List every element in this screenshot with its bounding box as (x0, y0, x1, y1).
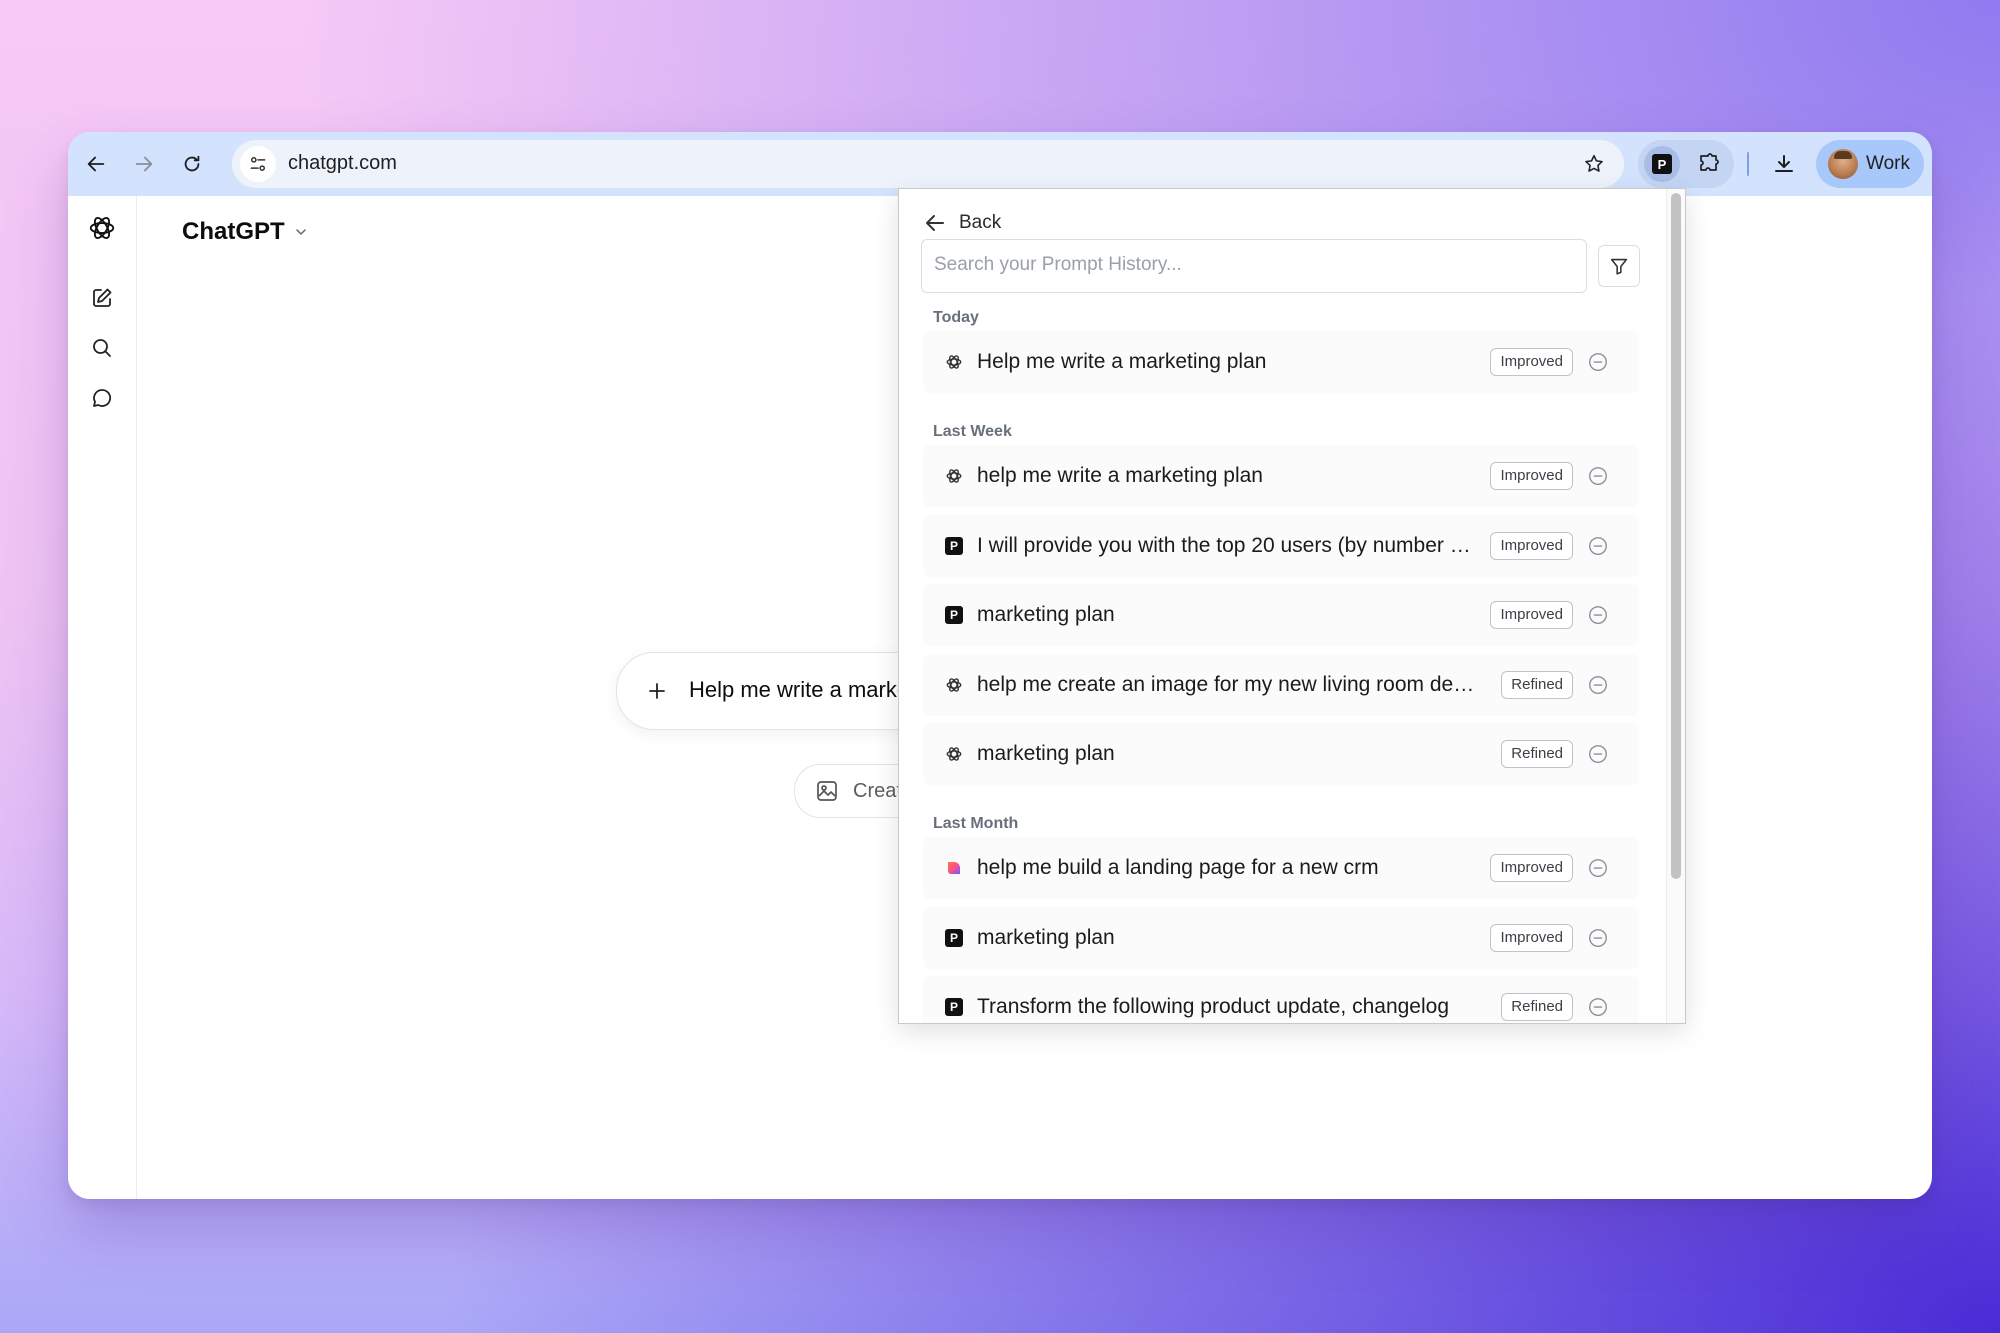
openai-logo-icon[interactable] (84, 210, 120, 246)
profile-button[interactable]: Work (1816, 140, 1924, 188)
history-item-text[interactable]: marketing plan (977, 603, 1477, 627)
status-badge: Improved (1490, 854, 1573, 882)
remove-circle-icon[interactable] (1587, 351, 1609, 373)
history-item[interactable]: help me create an image for my new livin… (923, 654, 1639, 716)
filter-button[interactable] (1598, 245, 1640, 287)
history-item-text[interactable]: Help me write a marketing plan (977, 350, 1477, 374)
url-text[interactable]: chatgpt.com (288, 152, 397, 175)
section-label: Today (933, 309, 979, 326)
remove-circle-icon[interactable] (1587, 535, 1609, 557)
avatar (1828, 149, 1858, 179)
prompt-logo-icon: P (945, 929, 963, 947)
section-label: Last Month (933, 815, 1019, 832)
status-badge: Refined (1501, 740, 1573, 768)
scroll-thumb[interactable] (1671, 193, 1681, 879)
address-bar[interactable]: chatgpt.com (232, 140, 1624, 188)
lovable-logo-icon (945, 859, 963, 877)
status-badge: Improved (1490, 924, 1573, 952)
new-chat-icon[interactable] (84, 280, 120, 316)
history-item-text[interactable]: help me create an image for my new livin… (977, 673, 1477, 697)
openai-logo-icon (945, 467, 963, 485)
openai-logo-icon (945, 353, 963, 371)
forward-arrow-icon[interactable] (126, 146, 162, 182)
chat-sidebar (68, 196, 137, 1199)
history-item[interactable]: help me write a marketing plan Improved (923, 445, 1639, 507)
prompt-history-popup: Back Today Help me write a marketing plan… (898, 188, 1686, 1024)
history-item[interactable]: help me build a landing page for a new c… (923, 837, 1639, 899)
popup-scrollbar[interactable] (1666, 189, 1685, 1023)
history-item-text[interactable]: marketing plan (977, 926, 1477, 950)
chat-bubble-icon[interactable] (84, 380, 120, 416)
status-badge: Improved (1490, 532, 1573, 560)
reload-icon[interactable] (174, 146, 210, 182)
history-item[interactable]: Pmarketing plan Improved (923, 584, 1639, 646)
plus-icon[interactable] (639, 673, 675, 709)
openai-logo-icon (945, 745, 963, 763)
status-badge: Improved (1490, 601, 1573, 629)
filter-icon (1610, 258, 1628, 275)
image-icon (817, 781, 837, 801)
prompt-extension-icon[interactable]: P (1644, 146, 1680, 182)
bookmark-star-icon[interactable] (1578, 148, 1610, 180)
history-item-text[interactable]: Transform the following product update, … (977, 995, 1477, 1019)
remove-circle-icon[interactable] (1587, 465, 1609, 487)
back-arrow-icon[interactable] (78, 146, 114, 182)
search-icon[interactable] (84, 330, 120, 366)
extensions-group: P (1638, 140, 1734, 188)
prompt-logo-icon: P (945, 537, 963, 555)
history-item[interactable]: P I will provide you with the top 20 user… (923, 515, 1639, 577)
back-label: Back (959, 212, 1002, 233)
history-item[interactable]: marketing plan Refined (923, 723, 1639, 785)
back-button[interactable]: Back (923, 211, 1001, 235)
section-label: Last Week (933, 423, 1012, 440)
toolbar-divider (1747, 152, 1749, 176)
history-item-text[interactable]: help me write a marketing plan (977, 464, 1477, 488)
model-title: ChatGPT (182, 218, 285, 245)
remove-circle-icon[interactable] (1587, 604, 1609, 626)
status-badge: Improved (1490, 462, 1573, 490)
back-arrow-icon (926, 215, 944, 231)
prompt-history-search[interactable] (921, 239, 1587, 293)
remove-circle-icon[interactable] (1587, 743, 1609, 765)
status-badge: Refined (1501, 993, 1573, 1021)
search-input[interactable] (922, 240, 1586, 290)
download-icon[interactable] (1766, 146, 1802, 182)
openai-logo-icon (945, 676, 963, 694)
site-settings-icon[interactable] (240, 146, 276, 182)
history-item-text[interactable]: help me build a landing page for a new c… (977, 856, 1477, 880)
remove-circle-icon[interactable] (1587, 857, 1609, 879)
status-badge: Refined (1501, 671, 1573, 699)
history-item[interactable]: Pmarketing plan Improved (923, 907, 1639, 969)
prompt-logo-icon: P (945, 998, 963, 1016)
browser-toolbar: chatgpt.com P Work (68, 132, 1932, 196)
history-item[interactable]: P Transform the following product update,… (923, 976, 1639, 1023)
model-selector[interactable]: ChatGPT (182, 218, 309, 246)
remove-circle-icon[interactable] (1587, 674, 1609, 696)
remove-circle-icon[interactable] (1587, 996, 1609, 1018)
chevron-down-icon (295, 229, 306, 235)
history-item-text[interactable]: I will provide you with the top 20 users… (977, 534, 1477, 558)
history-item-text[interactable]: marketing plan (977, 742, 1477, 766)
history-item[interactable]: Help me write a marketing plan Improved (923, 331, 1639, 393)
puzzle-extensions-icon[interactable] (1690, 146, 1726, 182)
status-badge: Improved (1490, 348, 1573, 376)
prompt-logo-icon: P (945, 606, 963, 624)
profile-label: Work (1866, 153, 1910, 174)
remove-circle-icon[interactable] (1587, 927, 1609, 949)
